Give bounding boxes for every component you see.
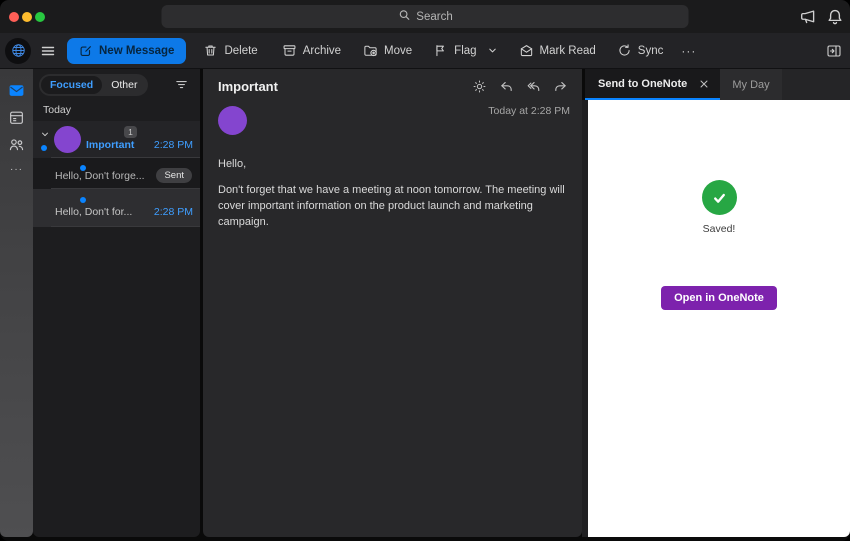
reading-pane-actions (472, 79, 568, 94)
bell-icon[interactable] (826, 8, 844, 26)
success-check-circle (701, 180, 737, 215)
panel-toggle-icon[interactable] (826, 43, 842, 59)
open-in-onenote-button[interactable]: Open in OneNote (661, 286, 777, 310)
thread-time: 2:28 PM (153, 139, 193, 151)
tab-my-day[interactable]: My Day (720, 69, 782, 100)
tab-send-to-onenote[interactable]: Send to OneNote (585, 69, 720, 100)
move-button[interactable]: Move (363, 43, 412, 58)
new-message-label: New Message (99, 44, 175, 57)
close-icon[interactable] (698, 78, 710, 90)
sync-button[interactable]: Sync (617, 43, 664, 58)
list-header: Focused Other (33, 69, 200, 100)
thread-sender: Important (86, 139, 135, 151)
search-placeholder: Search (416, 10, 453, 23)
mark-read-icon (519, 43, 534, 58)
check-icon (710, 188, 729, 207)
mail-icon[interactable] (8, 82, 25, 99)
megaphone-icon[interactable] (799, 8, 817, 26)
calendar-icon[interactable] (8, 109, 25, 126)
saved-status-text: Saved! (702, 223, 736, 235)
new-message-button[interactable]: New Message (67, 37, 187, 64)
reply-icon[interactable] (499, 79, 514, 94)
mark-read-label: Mark Read (539, 44, 596, 57)
tab-label: Send to OneNote (598, 77, 688, 90)
thread-count-badge: 1 (124, 126, 137, 138)
onenote-panel-content: Saved! Open in OneNote (582, 100, 850, 537)
unread-dot (41, 145, 47, 151)
globe-avatar-icon (10, 42, 27, 59)
toolbar: New Message Delete Archive Move Flag Mar… (0, 33, 850, 69)
delete-label: Delete (224, 44, 258, 57)
zoom-window-button[interactable] (35, 12, 45, 22)
archive-button[interactable]: Archive (282, 43, 341, 58)
message-body: Don't forget that we have a meeting at n… (218, 184, 565, 228)
mark-read-button[interactable]: Mark Read (519, 43, 596, 58)
chevron-down-icon[interactable] (487, 45, 498, 56)
close-window-button[interactable] (9, 12, 19, 22)
archive-icon (282, 43, 297, 58)
avatar (54, 126, 81, 153)
archive-label: Archive (302, 44, 342, 57)
message-row-sent[interactable]: Hello, Don't forge... Sent (33, 158, 200, 189)
sent-badge: Sent (156, 168, 192, 183)
titlebar-actions (799, 0, 844, 33)
tab-other[interactable]: Other (102, 76, 146, 94)
minimize-window-button[interactable] (22, 12, 32, 22)
section-header-today: Today (43, 104, 72, 116)
compose-icon (79, 44, 93, 58)
app-rail: ··· (0, 69, 33, 537)
message-preview: Hello, Don't for... (55, 206, 133, 218)
hamburger-icon[interactable] (40, 43, 56, 59)
account-avatar[interactable] (5, 37, 31, 64)
forward-icon[interactable] (553, 79, 568, 94)
thread-row-important[interactable]: 1 Important 2:28 PM (33, 121, 200, 158)
search-input[interactable]: Search (161, 5, 689, 28)
sender-avatar (218, 106, 247, 135)
message-list-pane: Focused Other Today 1 Important 2:28 PM (33, 69, 200, 537)
sync-label: Sync (637, 44, 664, 57)
reading-pane: Important Today at 2:28 PM Hello, Don't … (203, 69, 582, 537)
move-folder-icon (363, 43, 378, 58)
message-preview: Hello, Don't forge... (55, 170, 145, 182)
message-greeting: Hello, (218, 158, 247, 170)
message-row-selected[interactable]: Hello, Don't for... 2:28 PM (33, 189, 200, 227)
message-timestamp: Today at 2:28 PM (488, 105, 570, 117)
trash-icon (203, 43, 218, 58)
sync-icon (617, 43, 632, 58)
flag-icon (433, 43, 448, 58)
rail-more-button[interactable]: ··· (10, 164, 23, 175)
move-label: Move (384, 44, 413, 57)
flag-button[interactable]: Flag (433, 43, 497, 58)
search-icon (397, 8, 411, 25)
titlebar: Search (0, 0, 850, 33)
outlook-window: Search New Message Delete Archive Move F… (0, 0, 850, 541)
panel-tabbar: Send to OneNote My Day (582, 69, 850, 100)
inbox-segment-control: Focused Other (39, 73, 149, 96)
reply-all-icon[interactable] (526, 79, 541, 94)
main-area: ··· Focused Other Today 1 Important 2:28… (0, 69, 850, 541)
brightness-icon[interactable] (472, 79, 487, 94)
onenote-panel: Send to OneNote My Day Saved! Open in On… (582, 69, 850, 537)
expand-chevron-icon[interactable] (40, 130, 50, 139)
unread-dot (80, 197, 86, 203)
filter-icon[interactable] (174, 77, 189, 92)
toolbar-more-button[interactable]: ··· (679, 44, 698, 58)
flag-label: Flag (454, 44, 477, 57)
message-time: 2:28 PM (153, 206, 193, 218)
tab-focused[interactable]: Focused (41, 75, 103, 94)
people-icon[interactable] (8, 136, 25, 153)
delete-button[interactable]: Delete (203, 43, 258, 58)
